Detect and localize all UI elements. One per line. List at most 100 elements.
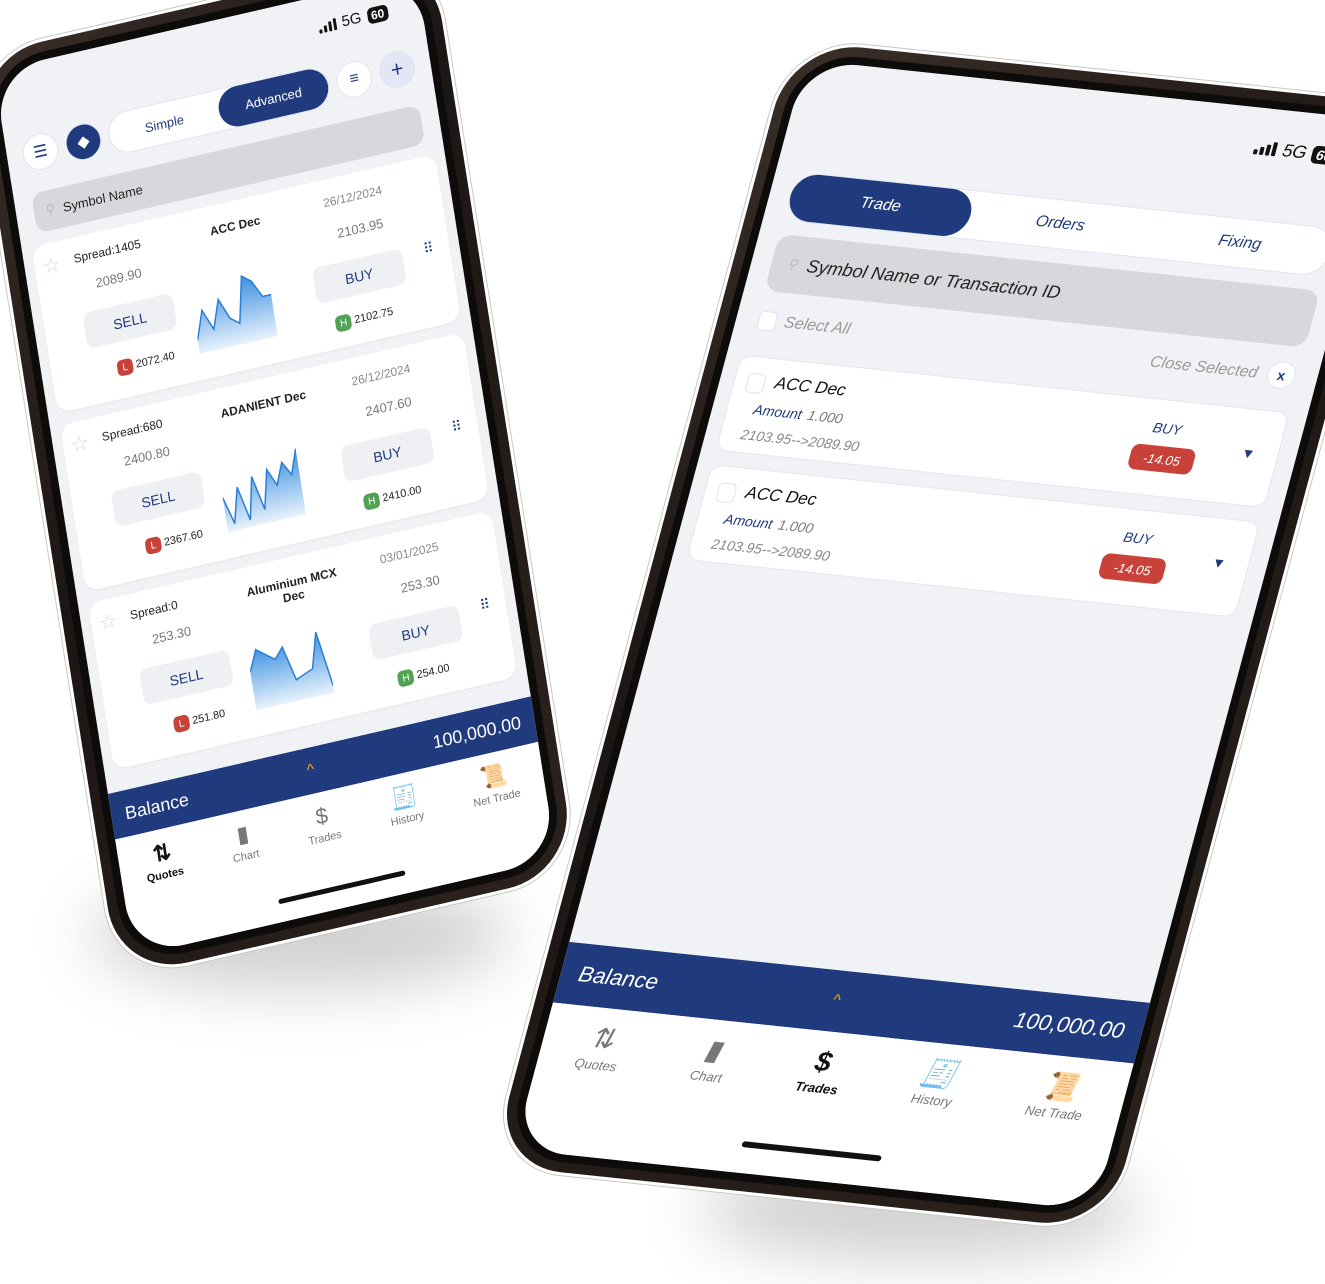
symbol-name: Aluminium MCX Dec <box>245 565 338 606</box>
quote-date: 26/12/2024 <box>350 361 412 389</box>
ask-price: 253.30 <box>399 571 441 596</box>
profit-loss-badge: -14.05 <box>1126 443 1197 476</box>
tab-quotes[interactable]: ⇅ Quotes <box>573 1022 628 1074</box>
expand-triangle-icon[interactable]: ▼ <box>1210 554 1228 571</box>
high-price: H 2410.00 <box>362 482 423 511</box>
quotes-list: ☆ Spread:1405 ACC Dec 26/12/2024 2089.90… <box>31 154 519 782</box>
low-badge: L <box>144 535 163 556</box>
buy-button[interactable]: BUY <box>368 604 464 661</box>
expand-triangle-icon[interactable]: ▼ <box>1239 445 1257 462</box>
bar-chart-icon: ▮ <box>701 1034 725 1066</box>
tab-label: Chart <box>688 1067 724 1086</box>
sparkline-chart <box>196 274 278 355</box>
amount-label: Amount <box>751 401 804 423</box>
close-icon[interactable]: x <box>1263 360 1299 391</box>
drag-handle-icon[interactable]: ⠿ <box>422 239 433 258</box>
chevron-up-icon[interactable]: ^ <box>830 992 842 1010</box>
tab-trade[interactable]: Trade <box>784 172 977 239</box>
high-price: H 254.00 <box>396 660 451 688</box>
network-label: 5G <box>340 9 363 31</box>
tab-chart[interactable]: ▮ Chart <box>688 1034 732 1085</box>
high-price: H 2102.75 <box>334 304 395 333</box>
tab-net-trade[interactable]: 📜 Net Trade <box>468 759 522 810</box>
high-value: 2410.00 <box>381 483 423 505</box>
status-bar: 5G 60 <box>1252 137 1325 166</box>
menu-icon[interactable]: ☰ <box>20 129 61 174</box>
trades-screen: 5G 60 Trade Orders Fixing ⚲ Symbol Name … <box>513 59 1325 1211</box>
close-selected-label: Close Selected <box>1148 353 1260 382</box>
tab-label: Chart <box>232 847 261 866</box>
trade-symbol: ACC Dec <box>743 483 819 510</box>
net-trade-receipt-icon: 📜 <box>478 760 509 792</box>
spread-label: Spread:1405 <box>72 236 142 266</box>
trade-amount: Amount 1.000 <box>722 511 815 536</box>
star-icon[interactable]: ☆ <box>69 429 90 458</box>
select-all-label: Select All <box>781 314 853 338</box>
buy-button[interactable]: BUY <box>339 426 436 483</box>
tab-label: Net Trade <box>1023 1102 1084 1124</box>
tab-fixing[interactable]: Fixing <box>1144 210 1325 276</box>
tab-chart[interactable]: ▮ Chart <box>228 820 261 866</box>
star-icon[interactable]: ☆ <box>97 608 119 637</box>
tab-label: History <box>909 1090 954 1110</box>
trades-icon: $ <box>313 802 330 830</box>
high-value: 254.00 <box>415 661 451 682</box>
tab-net-trade[interactable]: 📜 Net Trade <box>1023 1069 1092 1124</box>
sparkline-chart <box>221 448 307 533</box>
drag-handle-icon[interactable]: ⠿ <box>479 596 490 615</box>
tab-history[interactable]: 🧾 History <box>386 781 426 830</box>
low-badge: L <box>172 713 191 734</box>
balance-label: Balance <box>575 961 662 995</box>
status-bar: 5G 60 <box>317 3 390 36</box>
amount-value: 1.000 <box>805 407 845 427</box>
sparkline-area <box>222 448 307 533</box>
profit-loss-badge: -14.05 <box>1097 552 1168 585</box>
mode-advanced[interactable]: Advanced <box>215 65 332 131</box>
filter-icon[interactable]: ≡ <box>333 57 375 102</box>
trade-side: BUY <box>1121 528 1155 548</box>
search-icon: ⚲ <box>785 256 800 272</box>
tab-quotes[interactable]: ⇅ Quotes <box>142 837 185 885</box>
spread-label: Spread:0 <box>129 597 179 623</box>
phone-quotes: 5G 60 ☰ ◆ Simple Advanced ≡ + ⚲ Symbol N… <box>0 0 577 979</box>
trade-amount: Amount 1.000 <box>752 401 845 426</box>
search-placeholder: Symbol Name <box>61 181 144 215</box>
tab-trades[interactable]: $ Trades <box>793 1045 848 1098</box>
bid-price: 253.30 <box>150 623 193 648</box>
symbol-name: ACC Dec <box>208 213 262 239</box>
tab-trades[interactable]: $ Trades <box>303 801 343 848</box>
trade-checkbox[interactable] <box>744 372 768 395</box>
mode-simple[interactable]: Simple <box>107 91 222 156</box>
sell-button[interactable]: SELL <box>110 470 206 528</box>
tab-history[interactable]: 🧾 History <box>909 1057 962 1110</box>
low-value: 2367.60 <box>163 528 204 549</box>
bid-price: 2089.90 <box>94 265 143 291</box>
trades-list: ACC Dec Amount 1.000 2103.95-->2089.90 BU… <box>685 60 1325 618</box>
amount-value: 1.000 <box>776 516 816 536</box>
tab-label: History <box>389 809 426 830</box>
chevron-up-icon[interactable]: ^ <box>306 761 316 781</box>
drag-handle-icon[interactable]: ⠿ <box>450 418 461 437</box>
balance-label: Balance <box>123 788 191 824</box>
high-badge: H <box>334 313 353 333</box>
trades-icon: $ <box>811 1045 836 1078</box>
trade-side: BUY <box>1151 419 1184 438</box>
low-value: 251.80 <box>191 707 227 728</box>
plus-icon[interactable]: + <box>376 47 418 92</box>
checkbox[interactable] <box>755 310 779 332</box>
high-badge: H <box>362 491 381 511</box>
eye-logo-icon[interactable]: ◆ <box>63 119 104 164</box>
buy-button[interactable]: BUY <box>311 248 407 305</box>
tab-orders[interactable]: Orders <box>964 191 1156 257</box>
sell-button[interactable]: SELL <box>138 649 235 706</box>
quotes-screen: 5G 60 ☰ ◆ Simple Advanced ≡ + ⚲ Symbol N… <box>0 0 557 957</box>
close-selected-button[interactable]: Close Selected x <box>1147 348 1299 391</box>
select-all-checkbox[interactable]: Select All <box>755 310 853 339</box>
history-receipt-icon: 🧾 <box>388 781 420 813</box>
search-placeholder: Symbol Name or Transaction ID <box>804 255 1064 302</box>
signal-icon <box>1253 141 1279 156</box>
sell-button[interactable]: SELL <box>82 292 178 350</box>
star-icon[interactable]: ☆ <box>41 251 62 280</box>
low-price: L 251.80 <box>172 706 227 734</box>
trade-checkbox[interactable] <box>714 482 738 504</box>
